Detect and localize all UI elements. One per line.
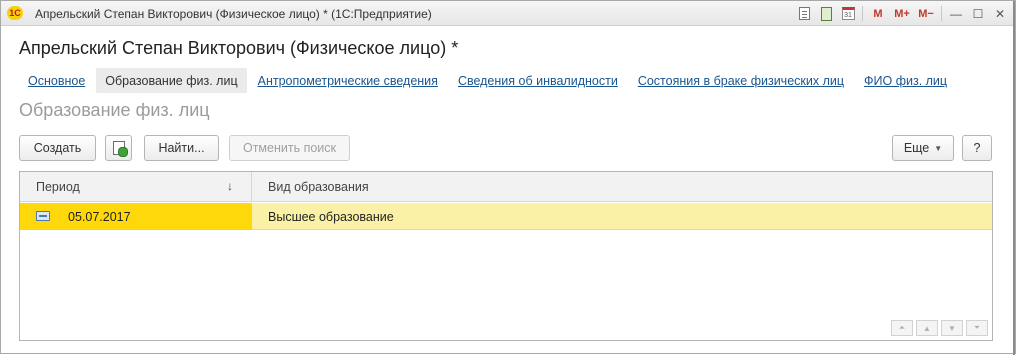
- app-window: 1С Апрельский Степан Викторович (Физичес…: [0, 0, 1016, 355]
- close-icon[interactable]: ✕: [989, 4, 1011, 23]
- education-table: Период ↓ Вид образования 05.07.2017 Высш…: [19, 171, 993, 341]
- calendar-icon[interactable]: 31: [837, 4, 859, 23]
- app-logo-icon: 1С: [7, 6, 23, 20]
- memory-plus-button[interactable]: M+: [890, 4, 914, 23]
- tab-education[interactable]: Образование физ. лиц: [96, 68, 247, 93]
- copy-button[interactable]: [105, 135, 132, 161]
- copy-icon: [112, 141, 128, 157]
- help-button[interactable]: ?: [962, 135, 992, 161]
- memory-m-button[interactable]: M: [866, 4, 890, 23]
- title-bar: 1С Апрельский Степан Викторович (Физичес…: [1, 1, 1015, 26]
- tab-disability[interactable]: Сведения об инвалидности: [449, 68, 627, 93]
- record-icon: [36, 211, 50, 221]
- calculator-icon[interactable]: [815, 4, 837, 23]
- scroll-down-icon[interactable]: ▼: [941, 320, 963, 336]
- more-button-label: Еще: [903, 141, 930, 155]
- print-doc-icon[interactable]: [793, 4, 815, 23]
- sort-descending-icon: ↓: [227, 179, 233, 193]
- tab-anthropometric[interactable]: Антропометрические сведения: [249, 68, 447, 93]
- tab-marital-status[interactable]: Состояния в браке физических лиц: [629, 68, 853, 93]
- period-value: 05.07.2017: [68, 209, 131, 224]
- window-edge: [1013, 1, 1015, 355]
- scroll-last-icon[interactable]: ⏷: [966, 320, 988, 336]
- column-header-period[interactable]: Период ↓: [20, 172, 252, 202]
- minimize-icon[interactable]: —: [945, 4, 967, 23]
- form-title: Апрельский Степан Викторович (Физическое…: [19, 38, 459, 58]
- cell-education-kind[interactable]: Высшее образование: [252, 203, 394, 230]
- title-bar-tools: 31 M M+ M− — ☐ ✕: [793, 4, 1011, 23]
- column-header-label: Период: [36, 180, 80, 194]
- separator: [941, 6, 942, 21]
- column-header-education-kind[interactable]: Вид образования: [252, 172, 369, 202]
- separator: [862, 6, 863, 21]
- find-button[interactable]: Найти...: [144, 135, 219, 161]
- cancel-search-button[interactable]: Отменить поиск: [229, 135, 350, 161]
- more-button[interactable]: Еще ▼: [892, 135, 954, 161]
- memory-minus-button[interactable]: M−: [914, 4, 938, 23]
- table-row[interactable]: 05.07.2017 Высшее образование: [20, 203, 992, 230]
- table-scroll-controls: ⏶ ▲ ▼ ⏷: [891, 320, 988, 336]
- table-header: Период ↓ Вид образования: [20, 172, 992, 202]
- tab-main[interactable]: Основное: [19, 68, 94, 93]
- form-navigation: Основное Образование физ. лиц Антропомет…: [19, 68, 958, 93]
- create-button[interactable]: Создать: [19, 135, 96, 161]
- section-title: Образование физ. лиц: [19, 100, 210, 120]
- scroll-up-icon[interactable]: ▲: [916, 320, 938, 336]
- maximize-icon[interactable]: ☐: [967, 4, 989, 23]
- window-title: Апрельский Степан Викторович (Физическое…: [35, 7, 432, 21]
- scroll-first-icon[interactable]: ⏶: [891, 320, 913, 336]
- cell-period[interactable]: 05.07.2017: [20, 203, 252, 230]
- chevron-down-icon: ▼: [934, 143, 943, 153]
- tab-full-name[interactable]: ФИО физ. лиц: [855, 68, 956, 93]
